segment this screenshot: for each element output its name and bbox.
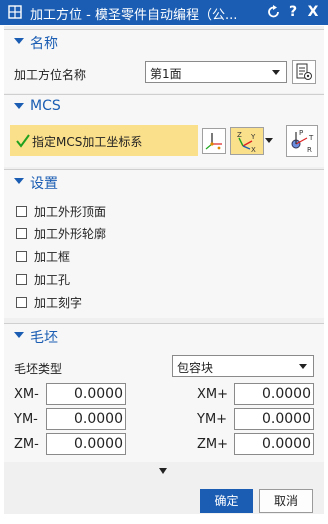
- option-label-frame: 加工框: [34, 250, 71, 264]
- option-label-top-face: 加工外形顶面: [34, 205, 107, 219]
- list-settings-icon: [296, 63, 312, 80]
- axis-orient-icon: Z Y X: [237, 131, 256, 154]
- xm-minus-label: XM-: [14, 387, 39, 402]
- check-icon: [16, 134, 30, 148]
- section-name-title: 名称: [30, 36, 58, 52]
- section-mcs-title: MCS: [30, 98, 61, 114]
- svg-text:R: R: [307, 146, 312, 154]
- svg-text:P: P: [299, 129, 303, 137]
- section-blank: 毛坯 毛坯类型 包容块 XM- 0.0000 XM+ 0.0000 YM- 0.…: [4, 323, 324, 462]
- rename-list-button[interactable]: [292, 60, 316, 84]
- zm-minus-value: 0.0000: [74, 436, 123, 452]
- xm-minus-value: 0.0000: [74, 386, 123, 402]
- orientation-name-dropdown[interactable]: 第1面: [145, 61, 287, 83]
- ym-minus-input[interactable]: 0.0000: [46, 408, 126, 430]
- option-label-hole: 加工孔: [34, 273, 71, 287]
- section-blank-title: 毛坯: [30, 330, 58, 346]
- option-label-contour: 加工外形轮廓: [34, 227, 107, 241]
- blank-type-label: 毛坯类型: [14, 362, 63, 376]
- zm-plus-input[interactable]: 0.0000: [234, 433, 314, 455]
- csys-icon: [205, 133, 222, 150]
- chevron-down-icon: [272, 70, 280, 75]
- option-checkbox-contour[interactable]: [16, 228, 27, 239]
- cancel-button[interactable]: 取消: [259, 489, 313, 513]
- ym-minus-label: YM-: [14, 412, 38, 427]
- specify-mcs-row[interactable]: 指定MCS加工坐标系: [10, 125, 198, 156]
- xm-plus-value: 0.0000: [262, 386, 311, 402]
- collapse-triangle-icon: [14, 178, 24, 184]
- section-settings: 设置 加工外形顶面 加工外形轮廓 加工框 加工孔 加工刻字: [4, 169, 324, 318]
- help-button[interactable]: ?: [285, 3, 301, 21]
- orientation-name-value: 第1面: [150, 67, 182, 81]
- more-options-icon[interactable]: [159, 468, 167, 474]
- collapse-triangle-icon: [14, 103, 24, 109]
- ym-plus-value: 0.0000: [262, 411, 311, 427]
- refresh-icon[interactable]: [266, 3, 282, 21]
- blank-type-dropdown[interactable]: 包容块: [172, 355, 314, 377]
- zm-plus-value: 0.0000: [262, 436, 311, 452]
- xm-plus-label: XM+: [197, 387, 229, 402]
- option-checkbox-top-face[interactable]: [16, 206, 27, 217]
- collapse-triangle-icon: [14, 332, 24, 338]
- chevron-down-icon[interactable]: [265, 138, 273, 143]
- chevron-down-icon: [299, 364, 307, 369]
- app-icon: [8, 5, 22, 19]
- csys-orient-button[interactable]: Z Y X: [230, 127, 264, 155]
- section-name-header[interactable]: 名称: [4, 30, 324, 54]
- option-checkbox-engrave[interactable]: [16, 297, 27, 308]
- point-transform-button[interactable]: P T R: [286, 125, 318, 157]
- section-blank-header[interactable]: 毛坯: [4, 324, 324, 348]
- window-title: 加工方位 - 模圣零件自动编程（公...: [30, 8, 238, 23]
- ym-plus-label: YM+: [197, 412, 228, 427]
- section-mcs-header[interactable]: MCS: [4, 95, 324, 119]
- blank-type-value: 包容块: [177, 361, 214, 375]
- specify-mcs-label: 指定MCS加工坐标系: [32, 135, 143, 149]
- zm-plus-label: ZM+: [197, 437, 229, 452]
- orientation-name-label: 加工方位名称: [14, 68, 87, 82]
- close-button[interactable]: X: [305, 3, 321, 21]
- ok-button[interactable]: 确定: [200, 489, 253, 513]
- section-name: 名称 加工方位名称 第1面: [4, 29, 324, 93]
- svg-text:T: T: [308, 134, 314, 142]
- svg-text:X: X: [251, 146, 256, 154]
- csys-dialog-button[interactable]: [202, 128, 226, 154]
- xm-plus-input[interactable]: 0.0000: [234, 383, 314, 405]
- ym-plus-input[interactable]: 0.0000: [234, 408, 314, 430]
- xm-minus-input[interactable]: 0.0000: [46, 383, 126, 405]
- zm-minus-label: ZM-: [14, 437, 39, 452]
- zm-minus-input[interactable]: 0.0000: [46, 433, 126, 455]
- ym-minus-value: 0.0000: [74, 411, 123, 427]
- option-checkbox-hole[interactable]: [16, 274, 27, 285]
- section-mcs: MCS 指定MCS加工坐标系 Z Y X P T R: [4, 94, 324, 167]
- section-settings-header[interactable]: 设置: [4, 170, 324, 194]
- collapse-triangle-icon: [14, 38, 24, 44]
- svg-text:Y: Y: [250, 133, 256, 141]
- title-bar: 加工方位 - 模圣零件自动编程（公... ? X: [0, 0, 328, 25]
- section-settings-title: 设置: [30, 176, 58, 192]
- option-checkbox-frame[interactable]: [16, 251, 27, 262]
- point-transform-icon: P T R: [291, 129, 314, 154]
- option-label-engrave: 加工刻字: [34, 296, 83, 310]
